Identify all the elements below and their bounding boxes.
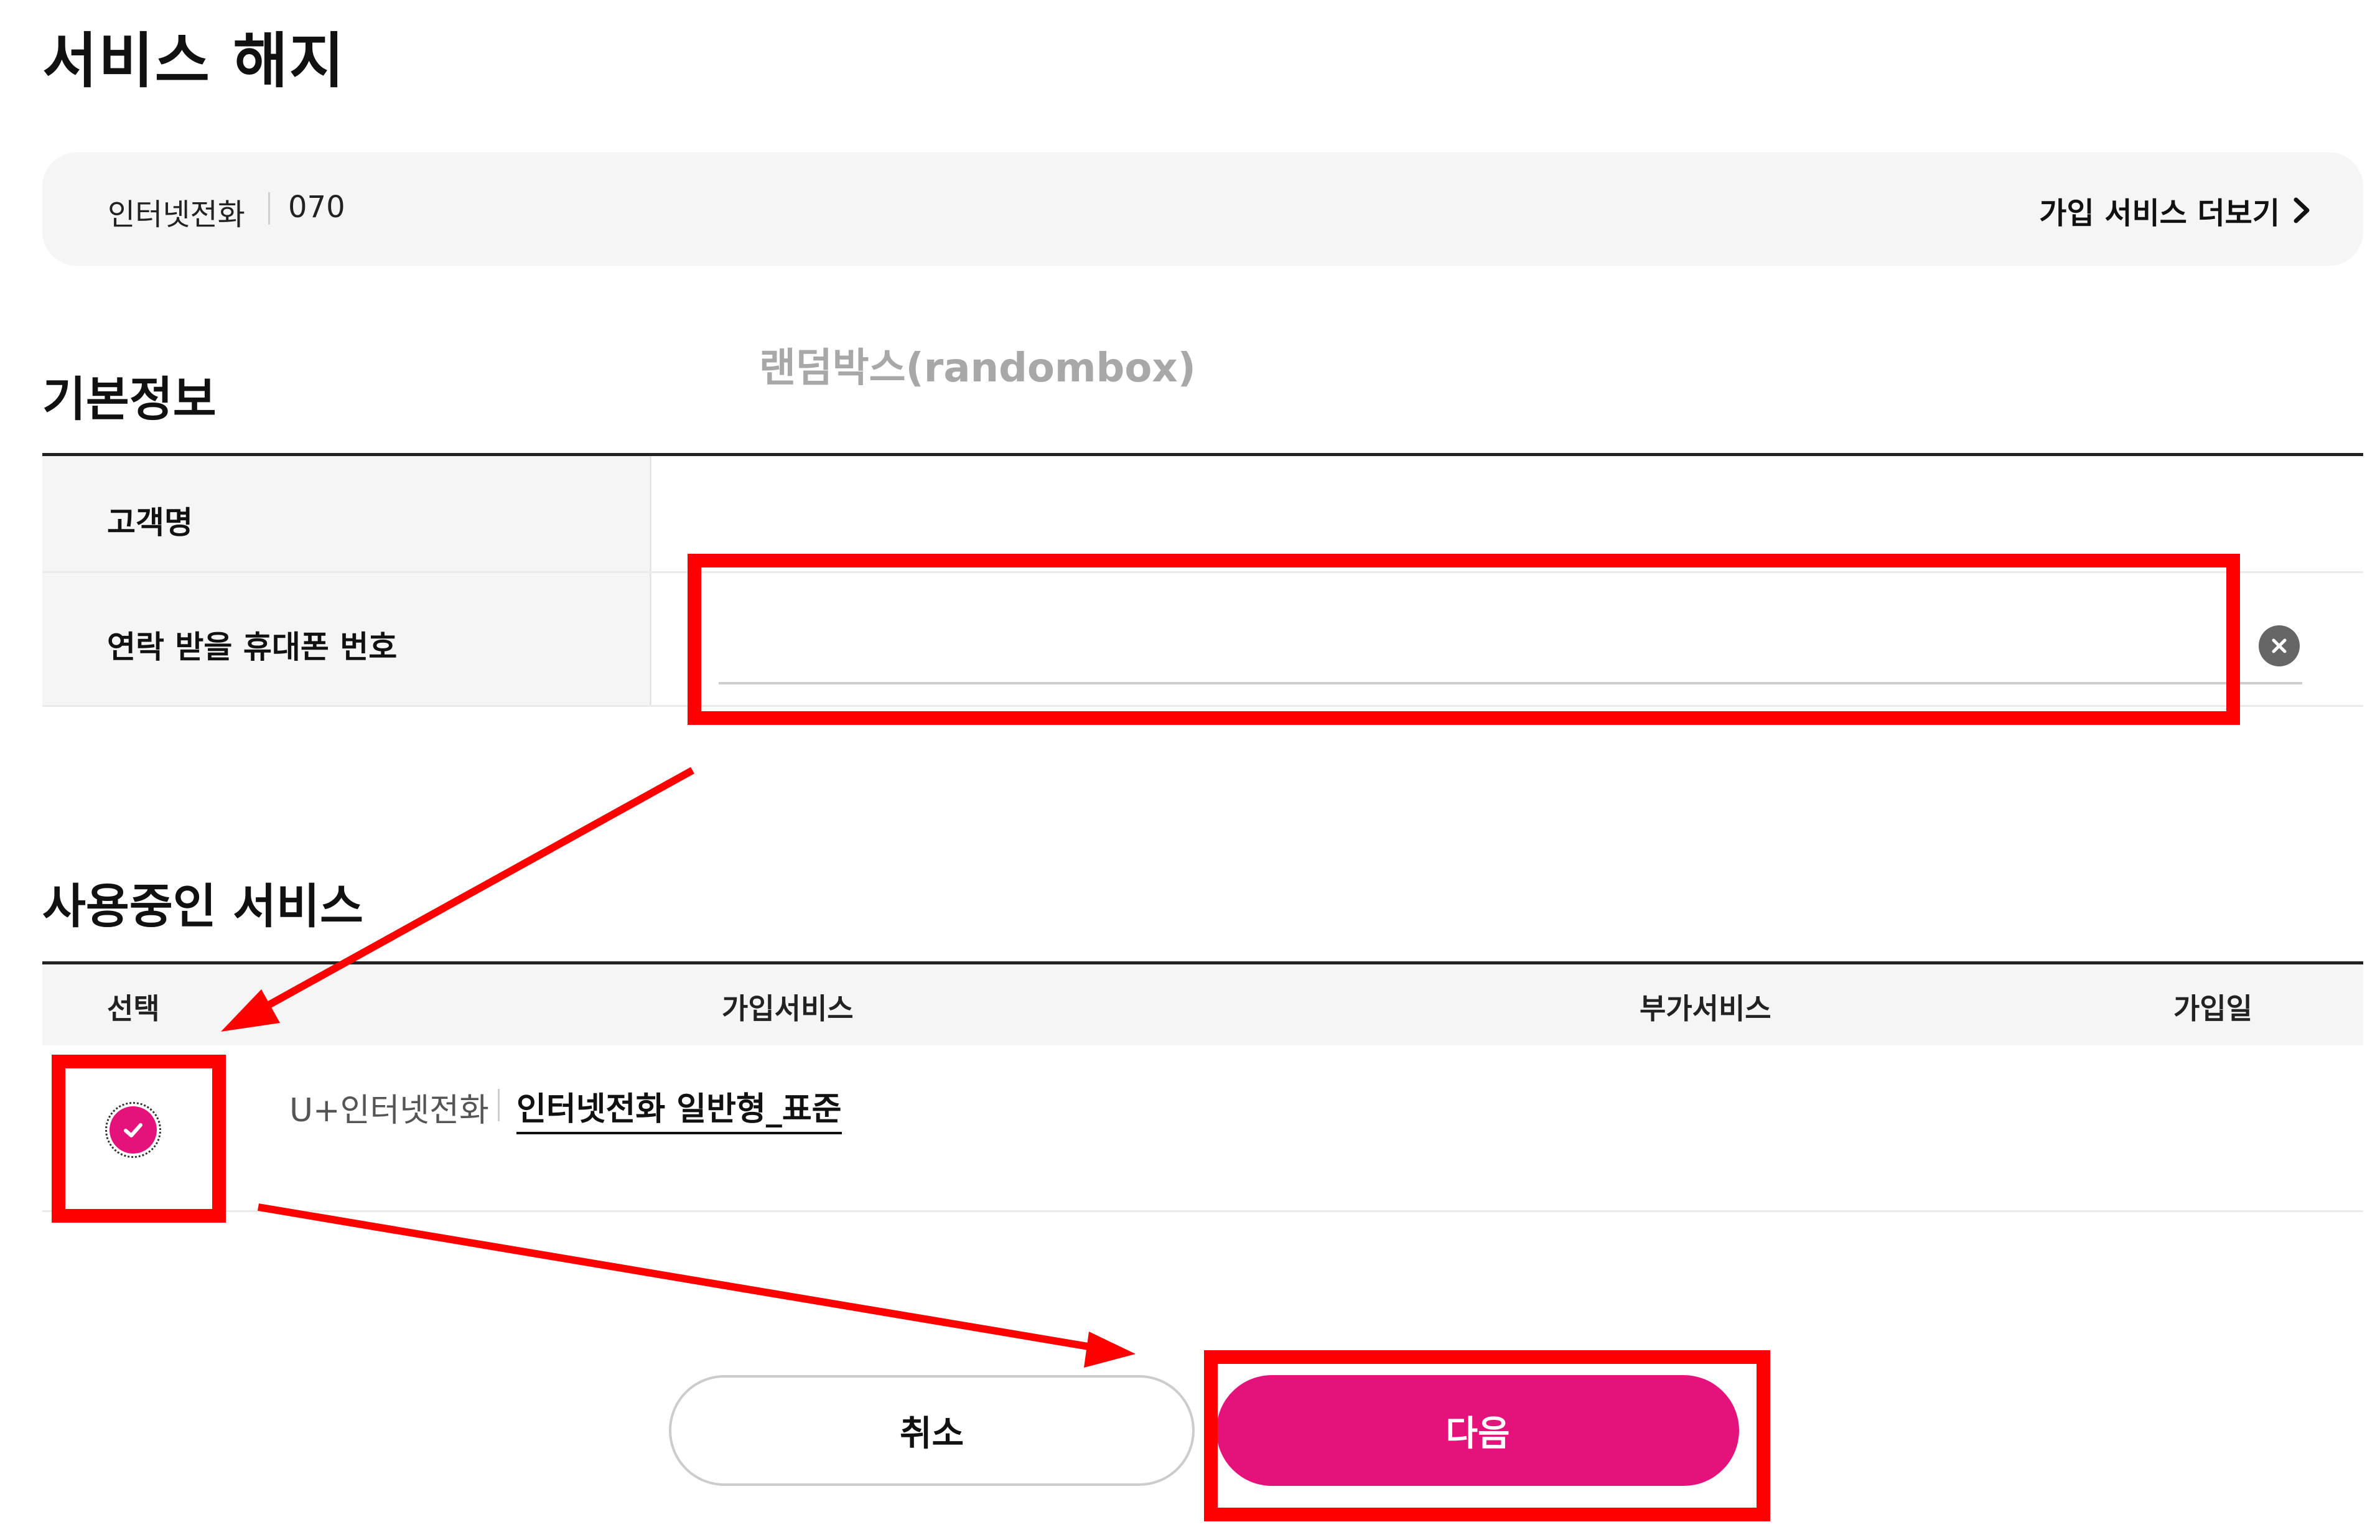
row-divider [42, 571, 2363, 573]
column-header-join-date: 가입일 [2173, 992, 2252, 1025]
page-title: 서비스 해지 [42, 26, 346, 96]
row-service-name: U+인터넷전화 [289, 1092, 489, 1129]
row-plan-link[interactable]: 인터넷전화 일반형_표준 [516, 1083, 842, 1134]
label-column-divider [650, 456, 651, 706]
column-header-addon: 부가서비스 [1640, 992, 1771, 1025]
more-services-link[interactable]: 가입 서비스 더보기 [2039, 189, 2313, 232]
chevron-right-icon [2294, 197, 2310, 223]
close-circle-icon [2272, 638, 2287, 653]
watermark: 랜덤박스(randombox) [759, 345, 1196, 391]
service-select-checkbox[interactable] [105, 1102, 161, 1158]
cancel-button[interactable]: 취소 [669, 1375, 1195, 1486]
check-icon [124, 1123, 142, 1137]
services-in-use-title: 사용중인 서비스 [42, 879, 363, 934]
more-services-label: 가입 서비스 더보기 [2039, 196, 2280, 231]
annotation-arrow-to-next [258, 1203, 1136, 1368]
column-header-service: 가입서비스 [722, 992, 854, 1025]
phone-number-input[interactable] [719, 597, 2302, 684]
services-table-header [42, 964, 2363, 1045]
basic-info-bottom-border [42, 705, 2363, 707]
service-divider [268, 192, 270, 225]
column-header-select: 선택 [107, 992, 160, 1025]
clear-input-button[interactable] [2259, 625, 2300, 666]
basic-info-title: 기본정보 [42, 371, 217, 427]
next-button[interactable]: 다음 [1216, 1375, 1739, 1486]
service-name: 인터넷전화 [108, 197, 245, 232]
service-summary-bar: 인터넷전화 070 가입 서비스 더보기 [42, 152, 2363, 266]
basic-info-label-column [42, 456, 650, 706]
phone-number-label: 연락 받을 휴대폰 번호 [107, 629, 398, 665]
services-row-border [42, 1210, 2363, 1212]
row-service-divider [498, 1089, 500, 1121]
customer-name-label: 고객명 [107, 505, 193, 541]
service-number: 070 [288, 190, 345, 225]
